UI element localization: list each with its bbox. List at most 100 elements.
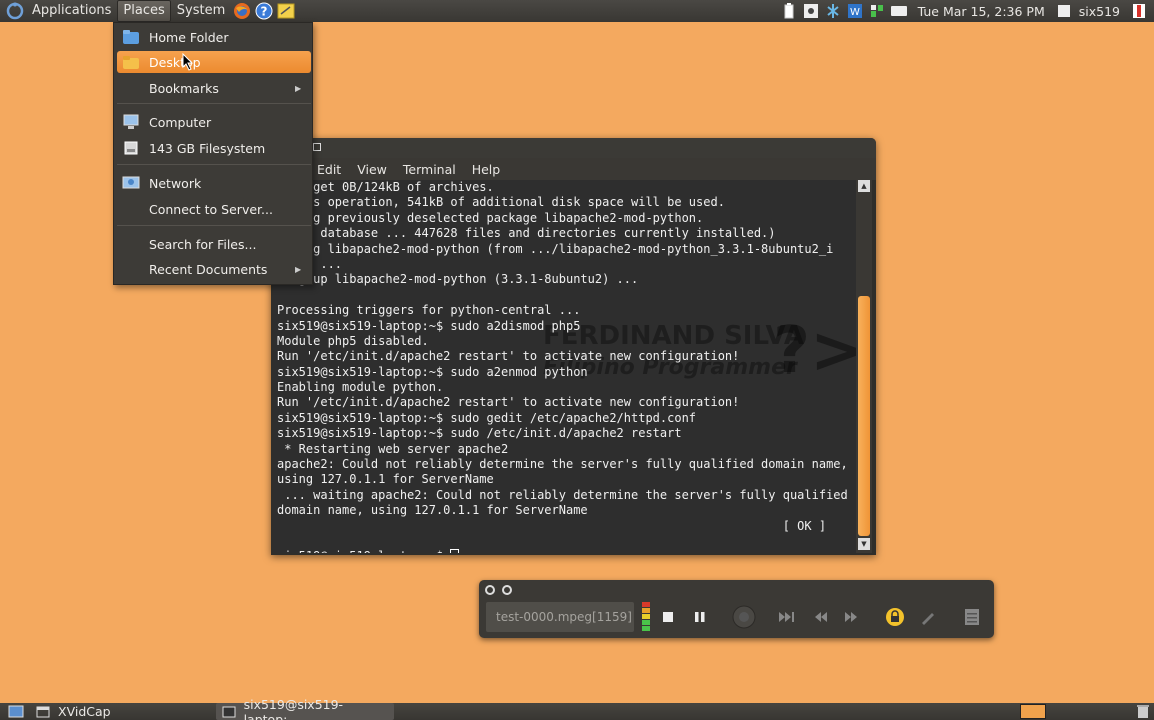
drive-icon <box>121 138 141 158</box>
skip-forward-icon[interactable] <box>776 606 798 628</box>
level-meter <box>642 602 650 634</box>
menu-item-bookmarks[interactable]: Bookmarks ▶ <box>117 77 311 99</box>
system-tray: W Tue Mar 15, 2:36 PM six519 <box>778 0 1154 22</box>
ubuntu-logo-icon[interactable] <box>4 0 26 22</box>
mouse-cursor-icon <box>182 52 194 74</box>
menu-edit[interactable]: Edit <box>317 162 341 177</box>
home-folder-icon <box>121 27 141 47</box>
pause-icon[interactable] <box>689 606 711 628</box>
screenshot-icon[interactable] <box>800 0 822 22</box>
menu-separator <box>117 164 311 165</box>
terminal-output[interactable]: FERDINAND SILVA Filipino Programmer ?> t… <box>273 180 856 553</box>
text-cursor <box>450 549 460 553</box>
terminal-line: using 127.0.1.1 for ServerName <box>277 472 494 487</box>
terminal-line: Run '/etc/init.d/apache2 restart' to act… <box>277 349 740 364</box>
help-icon[interactable]: ? <box>254 1 274 21</box>
notes-icon[interactable] <box>276 1 296 21</box>
menu-item-recent-documents[interactable]: Recent Documents ▶ <box>117 258 311 280</box>
fast-forward-icon[interactable] <box>841 606 863 628</box>
applications-menu[interactable]: Applications <box>26 0 117 22</box>
user-icon[interactable] <box>1053 0 1075 22</box>
terminal-window: Edit View Terminal Help FERDINAND SILVA … <box>271 138 876 555</box>
menu-help[interactable]: Help <box>472 162 501 177</box>
task-xvidcap[interactable]: XVidCap <box>36 703 206 720</box>
terminal-line: Run '/etc/init.d/apache2 restart' to act… <box>277 395 740 410</box>
terminal-line: to get 0B/124kB of archives. <box>277 180 494 194</box>
terminal-line: king libapache2-mod-python (from .../lib… <box>277 241 834 256</box>
close-icon[interactable] <box>485 585 495 595</box>
firefox-icon[interactable] <box>232 1 252 21</box>
terminal-line: six519@six519-laptop:~$ sudo a2enmod pyt… <box>277 364 588 379</box>
svg-text:?: ? <box>261 5 268 19</box>
terminal-prompt: six519@six519-laptop:~$ <box>277 549 450 553</box>
lock-icon[interactable] <box>884 606 906 628</box>
terminal-line: Enabling module python. <box>277 380 444 395</box>
menu-item-computer[interactable]: Computer <box>117 111 311 133</box>
system-menu[interactable]: System <box>171 0 231 22</box>
power-icon[interactable] <box>1128 0 1150 22</box>
terminal-line: Module php5 disabled. <box>277 333 429 348</box>
submenu-arrow-icon: ▶ <box>295 264 302 274</box>
trash-icon[interactable] <box>1136 704 1150 719</box>
scroll-up-icon[interactable]: ▲ <box>858 180 870 192</box>
user-name[interactable]: six519 <box>1075 4 1128 19</box>
scroll-down-icon[interactable]: ▼ <box>858 538 870 550</box>
rewind-icon[interactable] <box>809 606 831 628</box>
terminal-line: ... waiting apache2: Could not reliably … <box>277 487 848 502</box>
computer-icon <box>121 112 141 132</box>
task-terminal[interactable]: six519@six519-laptop:... <box>216 697 394 720</box>
window-icon <box>36 706 50 717</box>
terminal-line: ting previously deselected package libap… <box>277 210 704 225</box>
network-icon <box>121 173 141 193</box>
workspace-switcher-icon[interactable] <box>1020 704 1046 719</box>
terminal-line: Processing triggers for python-central .… <box>277 303 581 318</box>
minimize-icon[interactable] <box>502 585 512 595</box>
terminal-line: [ OK ] <box>277 518 827 533</box>
menu-item-connect-server[interactable]: Connect to Server... <box>117 198 311 220</box>
edit-pen-icon[interactable] <box>917 606 939 628</box>
menu-item-desktop[interactable]: Desktop <box>117 51 311 73</box>
menu-terminal[interactable]: Terminal <box>403 162 456 177</box>
word-doc-icon[interactable]: W <box>844 0 866 22</box>
terminal-line: domain name, using 127.0.1.1 for ServerN… <box>277 503 588 518</box>
terminal-icon <box>222 706 236 717</box>
terminal-line: six519@six519-laptop:~$ sudo gedit /etc/… <box>277 410 697 425</box>
terminal-line: ing database ... 447628 files and direct… <box>277 226 776 241</box>
keyboard-icon[interactable] <box>888 0 910 22</box>
record-icon[interactable] <box>729 602 759 632</box>
menu-item-home-folder[interactable]: Home Folder <box>117 26 311 48</box>
terminal-line: * Restarting web server apache2 <box>277 441 509 456</box>
desktop-folder-icon <box>121 52 141 72</box>
task-label: XVidCap <box>58 704 111 719</box>
settings-doc-icon[interactable] <box>961 606 983 628</box>
top-panel: Applications Places System ? W Tue Mar 1… <box>0 0 1154 22</box>
bottom-panel: XVidCap six519@six519-laptop:... <box>0 697 1154 720</box>
network-status-icon[interactable] <box>866 0 888 22</box>
terminal-line: apache2: Could not reliably determine th… <box>277 457 848 472</box>
menu-view[interactable]: View <box>357 162 387 177</box>
menu-separator <box>117 225 311 226</box>
places-menu[interactable]: Places <box>117 0 171 22</box>
clock[interactable]: Tue Mar 15, 2:36 PM <box>910 4 1053 19</box>
menu-item-network[interactable]: Network <box>117 172 311 194</box>
terminal-scrollbar[interactable]: ▲ ▼ <box>856 180 872 553</box>
menu-separator <box>117 103 311 104</box>
terminal-prompt-line: six519@six519-laptop:~$ <box>277 549 848 553</box>
svg-text:W: W <box>850 7 860 18</box>
xvidcap-filename[interactable]: test-0000.mpeg[1159] <box>486 602 634 632</box>
menu-item-filesystem[interactable]: 143 GB Filesystem <box>117 137 311 159</box>
show-desktop-icon[interactable] <box>8 705 24 718</box>
submenu-arrow-icon: ▶ <box>295 83 302 93</box>
maximize-icon[interactable] <box>313 143 321 151</box>
terminal-titlebar[interactable] <box>271 138 876 158</box>
bluetooth-icon[interactable] <box>822 0 844 22</box>
stop-icon[interactable] <box>657 606 679 628</box>
menu-item-search-files[interactable]: Search for Files... <box>117 233 311 255</box>
xvidcap-titlebar[interactable] <box>479 580 994 598</box>
terminal-line: six519@six519-laptop:~$ sudo a2dismod ph… <box>277 318 581 333</box>
scroll-thumb[interactable] <box>858 296 870 536</box>
terminal-lines: to get 0B/124kB of archives. this operat… <box>277 180 848 553</box>
battery-icon[interactable] <box>778 0 800 22</box>
